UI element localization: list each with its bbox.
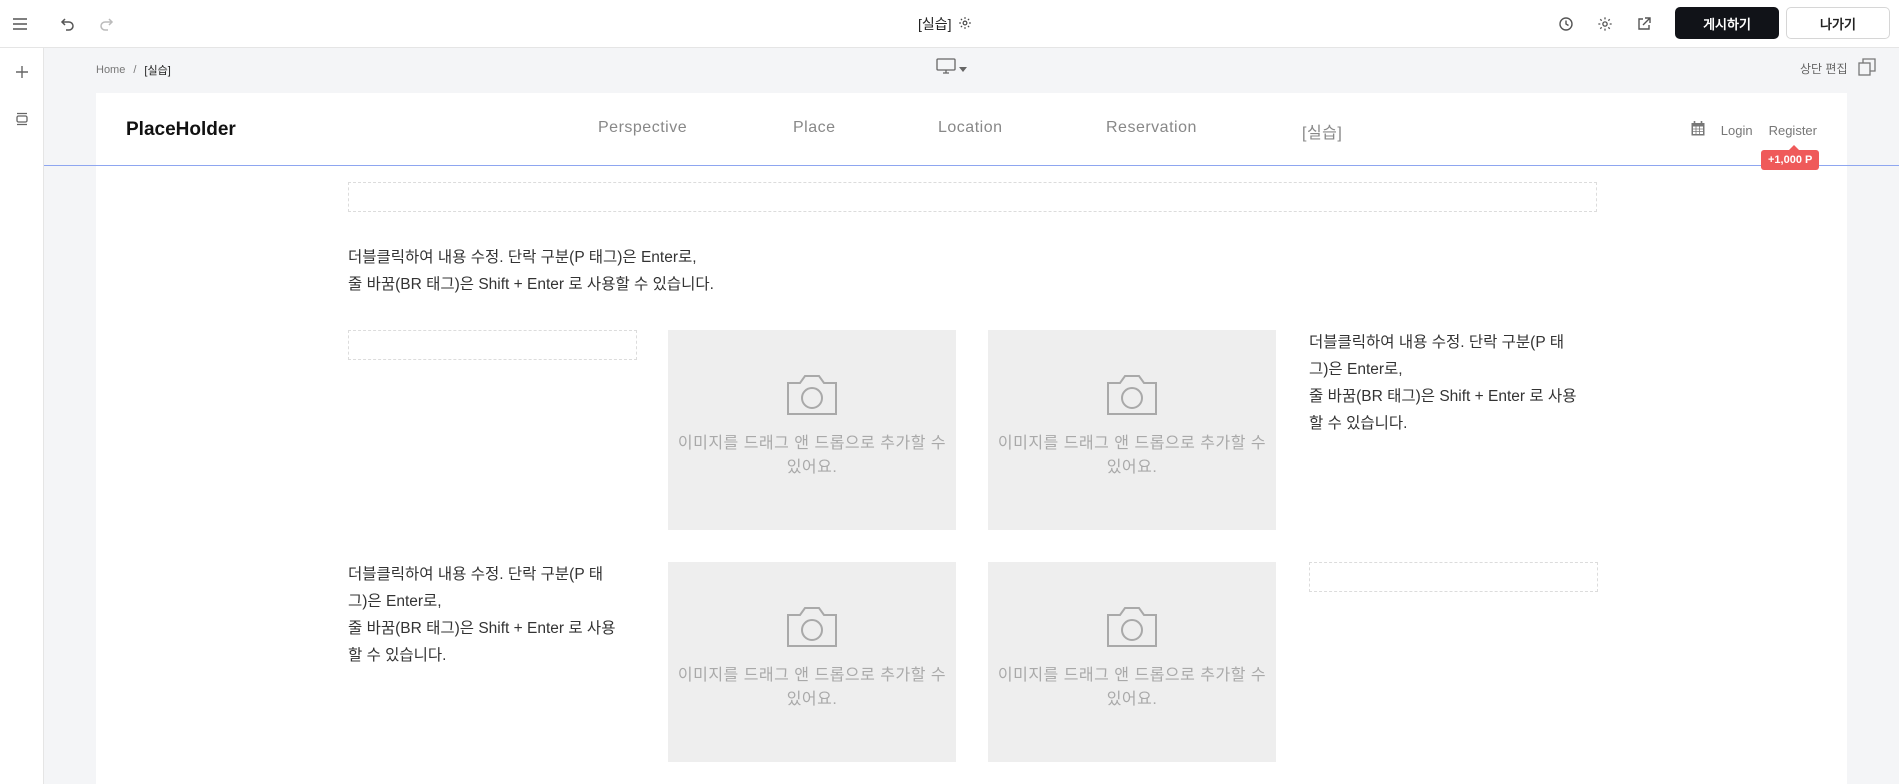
calendar-icon[interactable] (1691, 121, 1705, 139)
text-line: 더블클릭하여 내용 수정. 단락 구분(P 태 (1309, 334, 1564, 351)
top-edit-button[interactable]: 상단 편집 (1800, 58, 1876, 79)
header-actions: Login Register (1691, 121, 1817, 139)
nav-item-practice[interactable]: [실습] (1302, 119, 1342, 143)
external-link-icon[interactable] (1632, 12, 1656, 36)
empty-block[interactable] (348, 330, 637, 360)
text-block-left[interactable]: 더블클릭하여 내용 수정. 단락 구분(P 태 그)은 Enter로, 줄 바꿈… (348, 561, 638, 669)
history-icon[interactable] (1554, 12, 1578, 36)
image-placeholder[interactable]: 이미지를 드래그 앤 드롭으로 추가할 수 있어요. (988, 330, 1276, 530)
caption-line: 이미지를 드래그 앤 드롭으로 추가할 수 (677, 434, 947, 452)
text-block-main[interactable]: 더블클릭하여 내용 수정. 단락 구분(P 태그)은 Enter로, 줄 바꿈(… (348, 244, 948, 298)
left-rail (0, 48, 44, 784)
section-guide-line (44, 165, 1899, 166)
copy-icon (1857, 58, 1876, 79)
undo-icon[interactable] (56, 12, 80, 36)
site-header[interactable]: PlaceHolder Perspective Place Location R… (96, 93, 1847, 165)
login-link[interactable]: Login (1721, 123, 1753, 138)
gear-icon[interactable] (1593, 12, 1617, 36)
caption-line: 있어요. (786, 458, 838, 476)
gear-icon[interactable] (958, 16, 972, 33)
text-line: 줄 바꿈(BR 태그)은 Shift + Enter 로 사용할 수 있습니다. (348, 276, 714, 293)
caption-line: 있어요. (1106, 458, 1158, 476)
breadcrumb-home[interactable]: Home (96, 64, 125, 76)
text-line: 줄 바꿈(BR 태그)은 Shift + Enter 로 사용 (348, 620, 616, 637)
camera-icon (1104, 373, 1160, 422)
register-link[interactable]: Register (1769, 123, 1817, 138)
redo-icon[interactable] (94, 12, 118, 36)
text-line: 줄 바꿈(BR 태그)은 Shift + Enter 로 사용 (1309, 388, 1577, 405)
empty-block[interactable] (1309, 562, 1598, 592)
nav-item-place[interactable]: Place (793, 119, 836, 137)
plus-icon[interactable] (10, 60, 34, 84)
top-edit-label: 상단 편집 (1800, 62, 1848, 76)
hamburger-icon[interactable] (8, 12, 32, 36)
camera-icon (784, 605, 840, 654)
text-line: 그)은 Enter로, (1309, 361, 1403, 378)
image-placeholder-caption: 이미지를 드래그 앤 드롭으로 추가할 수 있어요. (990, 432, 1274, 480)
page-canvas: PlaceHolder Perspective Place Location R… (96, 93, 1847, 784)
editor-toolbar: [실습] 게시하기 나가기 (0, 0, 1899, 48)
empty-block[interactable] (348, 182, 1597, 212)
site-logo[interactable]: PlaceHolder (126, 119, 236, 141)
publish-button[interactable]: 게시하기 (1675, 7, 1779, 39)
exit-button[interactable]: 나가기 (1786, 7, 1890, 39)
image-placeholder[interactable]: 이미지를 드래그 앤 드롭으로 추가할 수 있어요. (668, 562, 956, 762)
image-placeholder[interactable]: 이미지를 드래그 앤 드롭으로 추가할 수 있어요. (668, 330, 956, 530)
nav-item-reservation[interactable]: Reservation (1106, 119, 1197, 137)
points-badge: +1,000 P (1761, 145, 1820, 170)
text-line: 할 수 있습니다. (348, 647, 447, 664)
text-line: 더블클릭하여 내용 수정. 단락 구분(P 태 (348, 566, 603, 583)
image-placeholder-caption: 이미지를 드래그 앤 드롭으로 추가할 수 있어요. (670, 432, 954, 480)
text-line: 할 수 있습니다. (1309, 415, 1408, 432)
camera-icon (1104, 605, 1160, 654)
breadcrumb: Home / [실습] (96, 62, 171, 78)
page-title-text: [실습] (918, 16, 952, 32)
caption-line: 이미지를 드래그 앤 드롭으로 추가할 수 (677, 666, 947, 684)
page-title[interactable]: [실습] (918, 12, 972, 36)
nav-item-perspective[interactable]: Perspective (598, 119, 687, 137)
text-line: 더블클릭하여 내용 수정. 단락 구분(P 태그)은 Enter로, (348, 249, 697, 266)
text-line: 그)은 Enter로, (348, 593, 442, 610)
device-selector[interactable] (936, 58, 967, 79)
caption-line: 있어요. (1106, 690, 1158, 708)
breadcrumb-current: [실습] (144, 65, 171, 77)
caption-line: 이미지를 드래그 앤 드롭으로 추가할 수 (997, 434, 1267, 452)
breadcrumb-separator: / (133, 64, 137, 76)
camera-icon (784, 373, 840, 422)
image-placeholder-caption: 이미지를 드래그 앤 드롭으로 추가할 수 있어요. (670, 664, 954, 712)
layers-icon[interactable] (10, 107, 34, 131)
chevron-down-icon (959, 60, 967, 78)
nav-item-location[interactable]: Location (938, 119, 1003, 137)
desktop-icon (936, 58, 956, 79)
text-block-right[interactable]: 더블클릭하여 내용 수정. 단락 구분(P 태 그)은 Enter로, 줄 바꿈… (1309, 329, 1599, 437)
image-placeholder[interactable]: 이미지를 드래그 앤 드롭으로 추가할 수 있어요. (988, 562, 1276, 762)
image-placeholder-caption: 이미지를 드래그 앤 드롭으로 추가할 수 있어요. (990, 664, 1274, 712)
caption-line: 있어요. (786, 690, 838, 708)
caption-line: 이미지를 드래그 앤 드롭으로 추가할 수 (997, 666, 1267, 684)
